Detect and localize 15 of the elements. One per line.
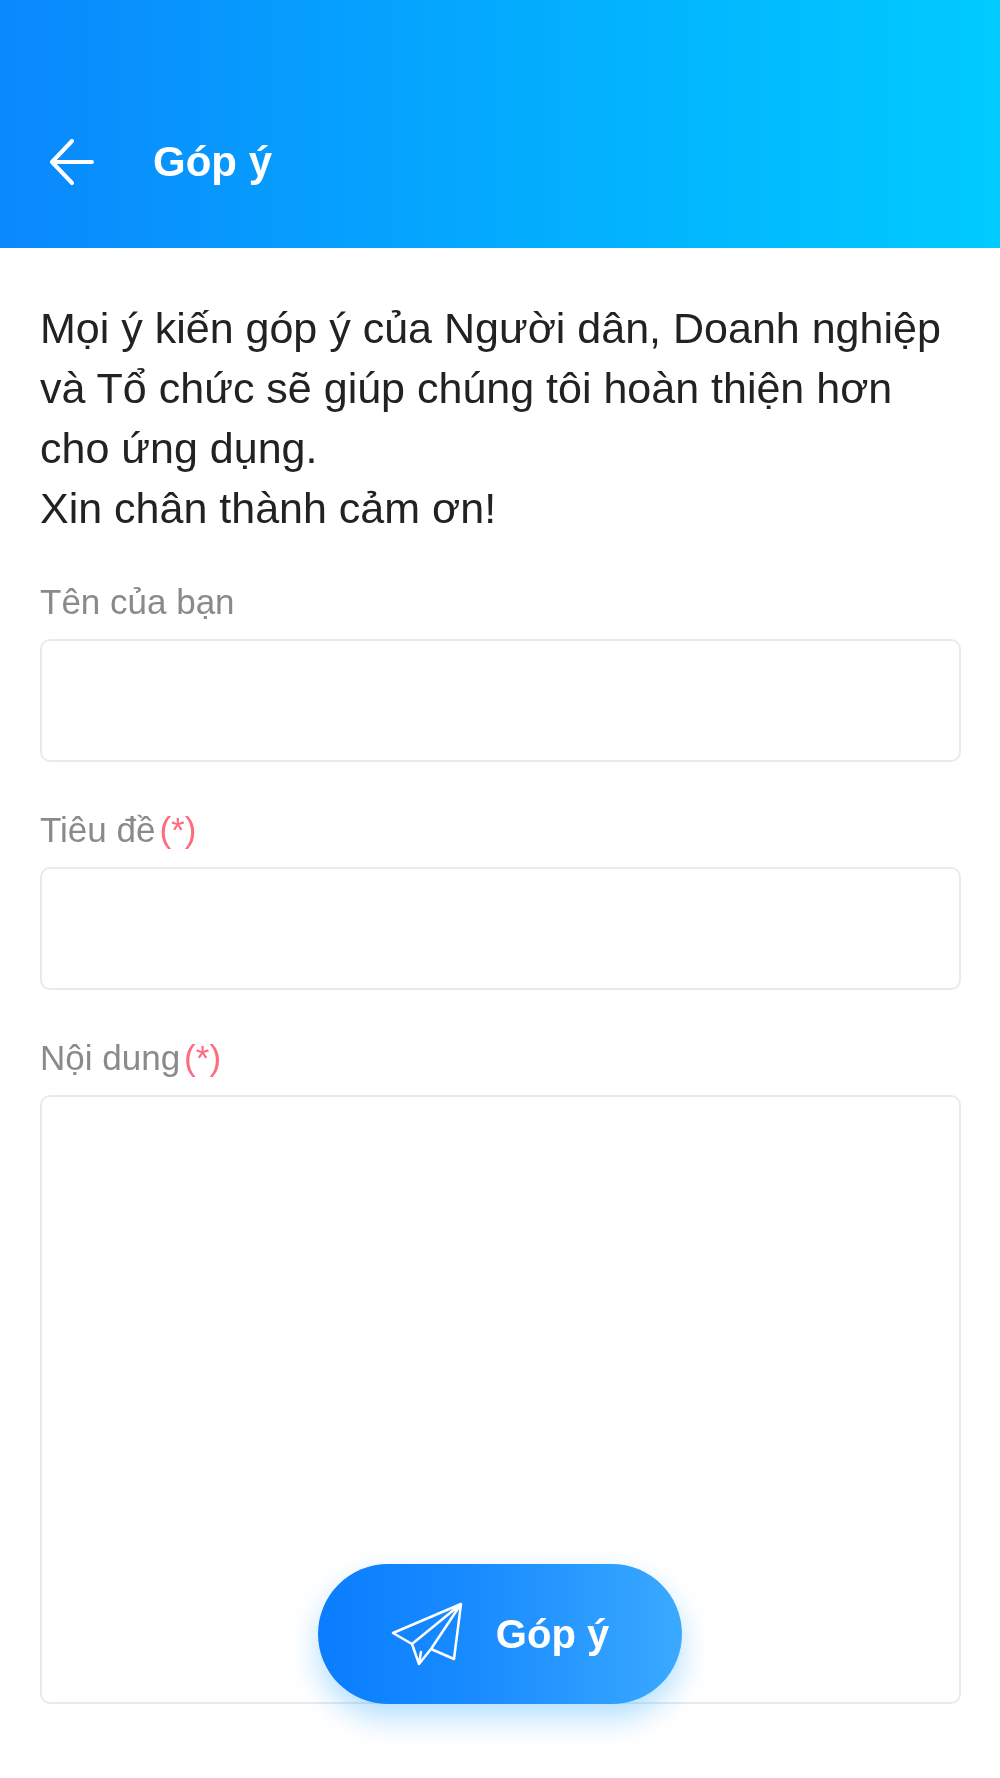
field-label: Nội dung bbox=[40, 1038, 181, 1078]
back-button[interactable] bbox=[50, 139, 94, 185]
intro-paragraph: Mọi ý kiến góp ý của Người dân, Doanh nghiệp và Tổ chức sẽ giúp chúng tôi hoàn thiện hơn cho ứng dụng. bbox=[40, 303, 942, 474]
text-input[interactable] bbox=[40, 867, 961, 990]
field-label: Tên của bạn bbox=[40, 582, 235, 622]
back-arrow-icon bbox=[50, 139, 94, 185]
required-mark: (*) bbox=[159, 810, 197, 850]
page-title: Góp ý bbox=[153, 138, 272, 186]
closing-line: Xin chân thành cảm ơn! bbox=[40, 483, 498, 534]
content-textarea[interactable] bbox=[40, 1095, 961, 1704]
paper-plane-icon bbox=[390, 1602, 463, 1666]
required-mark: (*) bbox=[184, 1038, 222, 1078]
text-input[interactable] bbox=[40, 639, 961, 762]
field-label: Tiêu đề bbox=[40, 810, 156, 850]
submit-button[interactable]: Góp ý bbox=[318, 1564, 682, 1704]
